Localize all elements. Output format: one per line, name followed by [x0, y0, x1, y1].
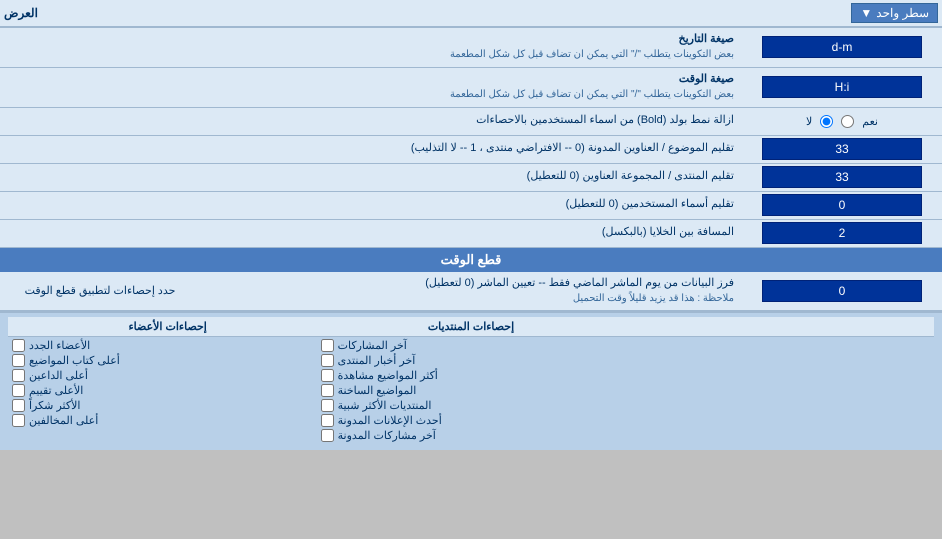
checkbox-kotab-mawadeeh[interactable]	[12, 354, 25, 367]
list-item: آخر مشاركات المدونة	[321, 429, 622, 442]
stats-apply-label: حدد إحصاءات لتطبيق قطع الوقت	[0, 280, 200, 301]
checkbox-aaaly-taqyeem[interactable]	[12, 384, 25, 397]
list-item: أحدث الإعلانات المدونة	[321, 414, 622, 427]
date-format-input[interactable]	[762, 36, 922, 58]
radio-yes[interactable]	[841, 115, 854, 128]
checkbox-label: أعلى المخالفين	[29, 414, 98, 427]
col3-header	[623, 320, 926, 333]
cutoff-input-container	[742, 278, 942, 304]
checkbox-label: آخر المشاركات	[338, 339, 407, 352]
username-trim-label: تقليم أسماء المستخدمين (0 للتعطيل)	[0, 193, 742, 216]
col1-header: إحصاءات الأعضاء	[16, 320, 319, 333]
list-item: أعلى كتاب المواضيع	[12, 354, 313, 367]
checkbox-aaaly-daeen[interactable]	[12, 369, 25, 382]
time-format-input[interactable]	[762, 76, 922, 98]
radio-no[interactable]	[820, 115, 833, 128]
checkbox-mawadee-sakhina[interactable]	[321, 384, 334, 397]
view-dropdown[interactable]: سطر واحد ▼	[851, 3, 938, 23]
checkbox-akhir-mosharkaat-madwana[interactable]	[321, 429, 334, 442]
checkbox-akhir-musharkaat[interactable]	[321, 339, 334, 352]
bold-remove-label: ازالة نمط بولد (Bold) من اسماء المستخدمي…	[0, 109, 742, 132]
forum-trim-input[interactable]	[762, 166, 922, 188]
cutoff-row: فرز البيانات من يوم الماشر الماضي فقط --…	[0, 272, 942, 312]
cutoff-section-header: قطع الوقت	[0, 248, 942, 272]
date-format-input-container	[742, 34, 942, 60]
checkbox-muntadiaat-shabia[interactable]	[321, 399, 334, 412]
bold-remove-row: نعم لا ازالة نمط بولد (Bold) من اسماء ال…	[0, 108, 942, 136]
cell-spacing-input[interactable]	[762, 222, 922, 244]
checkbox-label: آخر أخبار المنتدى	[338, 354, 416, 367]
checkbox-col3	[625, 337, 934, 446]
list-item: المواضيع الساخنة	[321, 384, 622, 397]
forum-trim-row: تقليم المنتدى / المجموعة العناوين (0 للت…	[0, 164, 942, 192]
dropdown-section: سطر واحد ▼	[851, 3, 938, 23]
list-item: آخر المشاركات	[321, 339, 622, 352]
username-trim-input-container	[742, 192, 942, 218]
username-trim-row: تقليم أسماء المستخدمين (0 للتعطيل)	[0, 192, 942, 220]
bold-radio-container: نعم لا	[742, 109, 942, 134]
checkbox-aadaa-jodod[interactable]	[12, 339, 25, 352]
time-format-input-container	[742, 74, 942, 100]
forum-trim-input-container	[742, 164, 942, 190]
checkbox-label: الأعضاء الجدد	[29, 339, 90, 352]
list-item: الأكثر شكراً	[12, 399, 313, 412]
date-format-row: صيغة التاريخ بعض التكوينات يتطلب "/" الت…	[0, 28, 942, 68]
checkbox-ahdat-elanat[interactable]	[321, 414, 334, 427]
checkbox-aktar-shokran[interactable]	[12, 399, 25, 412]
checkbox-headers: إحصاءات المنتديات إحصاءات الأعضاء	[8, 317, 934, 337]
username-trim-input[interactable]	[762, 194, 922, 216]
topic-trim-row: تقليم الموضوع / العناوين المدونة (0 -- ا…	[0, 136, 942, 164]
dropdown-label: سطر واحد	[876, 6, 929, 20]
list-item: الأعلى تقييم	[12, 384, 313, 397]
list-item: أعلى المخالفين	[12, 414, 313, 427]
cell-spacing-label: المسافة بين الخلايا (بالبكسل)	[0, 221, 742, 244]
cell-spacing-input-container	[742, 220, 942, 246]
topic-trim-input[interactable]	[762, 138, 922, 160]
radio-yes-label: نعم	[862, 115, 878, 128]
list-item: آخر أخبار المنتدى	[321, 354, 622, 367]
col2-header: إحصاءات المنتديات	[319, 320, 622, 333]
forum-trim-label: تقليم المنتدى / المجموعة العناوين (0 للت…	[0, 165, 742, 188]
checkbox-label: أعلى الداعين	[29, 369, 88, 382]
checkbox-mukhalifeen[interactable]	[12, 414, 25, 427]
topic-trim-label: تقليم الموضوع / العناوين المدونة (0 -- ا…	[0, 137, 742, 160]
checkbox-col2: آخر المشاركات آخر أخبار المنتدى أكثر الم…	[317, 337, 626, 446]
checkbox-label: الأكثر شكراً	[29, 399, 80, 412]
checkbox-akhbar-muntada[interactable]	[321, 354, 334, 367]
list-item: أعلى الداعين	[12, 369, 313, 382]
list-item: أكثر المواضيع مشاهدة	[321, 369, 622, 382]
date-format-label: صيغة التاريخ بعض التكوينات يتطلب "/" الت…	[0, 28, 742, 67]
checkbox-label: الأعلى تقييم	[29, 384, 83, 397]
radio-no-label: لا	[806, 115, 812, 128]
checkbox-aktar-mawadeeh[interactable]	[321, 369, 334, 382]
dropdown-arrow-icon: ▼	[860, 6, 872, 20]
topic-trim-input-container	[742, 136, 942, 162]
checkboxes-section: إحصاءات المنتديات إحصاءات الأعضاء آخر ال…	[0, 311, 942, 450]
checkboxes-grid: آخر المشاركات آخر أخبار المنتدى أكثر الم…	[8, 337, 934, 446]
checkbox-col1: الأعضاء الجدد أعلى كتاب المواضيع أعلى ال…	[8, 337, 317, 446]
cutoff-label: فرز البيانات من يوم الماشر الماضي فقط --…	[200, 272, 742, 311]
time-format-label: صيغة الوقت بعض التكوينات يتطلب "/" التي …	[0, 68, 742, 107]
time-format-row: صيغة الوقت بعض التكوينات يتطلب "/" التي …	[0, 68, 942, 108]
header-right-label: العرض	[4, 6, 38, 20]
list-item: المنتديات الأكثر شبية	[321, 399, 622, 412]
checkbox-label: آخر مشاركات المدونة	[338, 429, 436, 442]
list-item: الأعضاء الجدد	[12, 339, 313, 352]
checkbox-label: المواضيع الساخنة	[338, 384, 417, 397]
checkbox-label: المنتديات الأكثر شبية	[338, 399, 432, 412]
top-header-row: سطر واحد ▼ العرض	[0, 0, 942, 28]
checkbox-label: أكثر المواضيع مشاهدة	[338, 369, 438, 382]
checkbox-label: أحدث الإعلانات المدونة	[338, 414, 442, 427]
checkbox-label: أعلى كتاب المواضيع	[29, 354, 120, 367]
cutoff-input[interactable]	[762, 280, 922, 302]
cell-spacing-row: المسافة بين الخلايا (بالبكسل)	[0, 220, 942, 248]
